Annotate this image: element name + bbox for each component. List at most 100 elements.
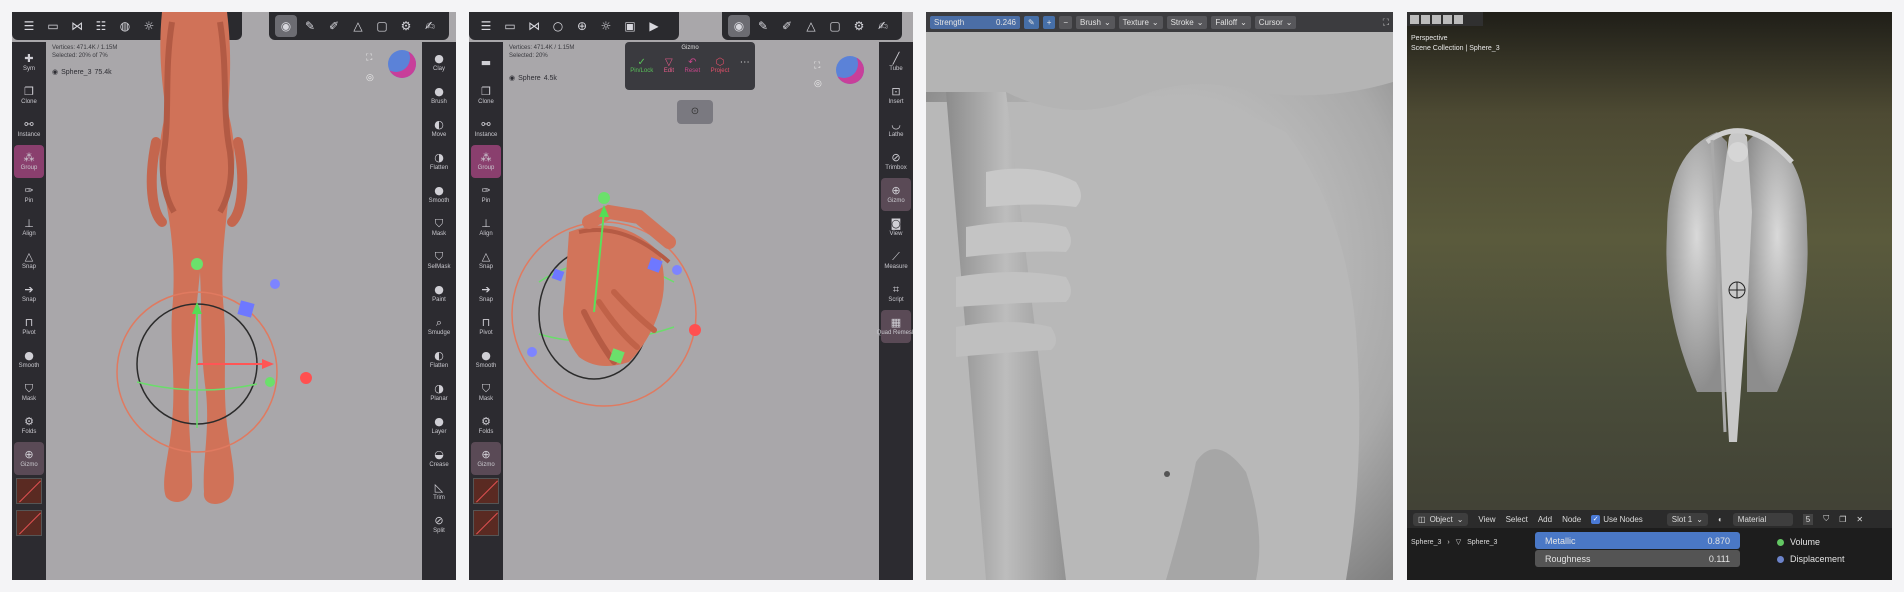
- brush-menu[interactable]: Brush ⌄: [1076, 15, 1115, 29]
- left-toolbar: ✚ Sym ❐ Clone ⚯ Instance ⁂ Group ✑ Pin ⊥ Align…: [12, 42, 46, 580]
- tool-flatten[interactable]: ◑ Flatten: [424, 145, 454, 178]
- material-field[interactable]: Material: [1732, 512, 1793, 526]
- strength-value: 0.246: [995, 17, 1016, 27]
- brush-toolbar: Strength 0.246 ✎ + − Brush ⌄ Texture ⌄ Str…: [926, 12, 1393, 32]
- flatten-icon: ◑: [434, 151, 444, 164]
- nomad-viewport-body[interactable]: ☰ ▭ ⋈ ☷ ◍ ☼ ⊛ ▣ ▶ ◉ ✎ ✐ △ ▢ ⚙ ✍ ✚Sym ❐Cl…: [12, 12, 456, 580]
- smudge-icon: ⌕: [435, 316, 443, 329]
- menu-label: Cursor: [1258, 17, 1283, 27]
- paint-icon: ●: [434, 283, 444, 296]
- right-toolbar: ● Clay ● Brush ◐ Move ◑ Flatten ● Smooth ⛉ Mas…: [422, 42, 456, 580]
- flatten2-icon: ◐: [434, 349, 444, 362]
- checkbox-icon: ✓: [1591, 514, 1601, 524]
- menu-add[interactable]: Add: [1538, 515, 1552, 524]
- texture-menu[interactable]: Texture ⌄: [1118, 15, 1163, 29]
- tool-planar[interactable]: ◑ Planar: [424, 376, 454, 409]
- tool-smooth-r[interactable]: ● Smooth: [424, 178, 454, 211]
- pen-pressure-button[interactable]: ✎: [1024, 15, 1039, 29]
- close-icon[interactable]: ✕: [1856, 515, 1863, 524]
- displacement-socket-row[interactable]: Displacement: [1777, 551, 1845, 568]
- tool-selmask[interactable]: ⛉ SelMask: [424, 244, 454, 277]
- material-users: 5: [1802, 513, 1814, 525]
- subtract-mode-button[interactable]: −: [1059, 15, 1073, 29]
- copy-icon[interactable]: ❐: [1839, 515, 1846, 524]
- tool-snap[interactable]: △ Snap: [14, 244, 44, 277]
- chevron-down-icon: ⌄: [1696, 514, 1703, 524]
- slot-label: Slot 1: [1671, 514, 1693, 524]
- tool-clone[interactable]: ❐ Clone: [14, 79, 44, 112]
- tool-brush[interactable]: ● Brush: [424, 79, 454, 112]
- sculpt-torso-closeup: [926, 12, 1393, 580]
- tool-align[interactable]: ⊥ Align: [14, 211, 44, 244]
- tool-move[interactable]: ◐ Move: [424, 112, 454, 145]
- tool-smudge[interactable]: ⌕ Smudge: [424, 310, 454, 343]
- chevron-down-icon: ⌄: [1285, 17, 1293, 27]
- volume-socket-icon: [1777, 539, 1784, 546]
- displacement-label: Displacement: [1790, 554, 1845, 564]
- prop-name: Roughness: [1545, 553, 1591, 564]
- gizmo-icon: ⊕: [24, 448, 34, 461]
- menu-view[interactable]: View: [1478, 515, 1495, 524]
- tool-instance[interactable]: ⚯ Instance: [14, 112, 44, 145]
- metallic-field[interactable]: Metallic 0.870: [1535, 532, 1740, 549]
- shield-icon[interactable]: ⛉: [1823, 514, 1829, 524]
- menu-icon[interactable]: ☰: [18, 15, 40, 37]
- object-name: Sphere_3: [1411, 538, 1442, 546]
- sculpt-closeup-viewport[interactable]: Strength 0.246 ✎ + − Brush ⌄ Texture ⌄ Str…: [926, 12, 1393, 580]
- tool-mask[interactable]: ⛉ Mask: [14, 376, 44, 409]
- tool-flatten-2[interactable]: ◐ Flatten: [424, 343, 454, 376]
- menu-label: Stroke: [1170, 17, 1194, 27]
- tool-snap-2[interactable]: ➔ Snap: [14, 277, 44, 310]
- tool-crease[interactable]: ◒ Crease: [424, 442, 454, 475]
- angel-sculpture: [1666, 128, 1808, 442]
- node-editor-icon: ◫: [1418, 514, 1426, 524]
- tool-folds[interactable]: ⚙ Folds: [14, 409, 44, 442]
- tool-clay[interactable]: ● Clay: [424, 46, 454, 79]
- chevron-down-icon: ⌄: [1103, 17, 1111, 27]
- stroke-menu[interactable]: Stroke ⌄: [1166, 15, 1208, 29]
- color-swatch-secondary[interactable]: [16, 510, 42, 536]
- shader-editor: ◫ Object ⌄ View Select Add Node ✓ Use Nodes…: [1407, 510, 1892, 580]
- instance-icon: ⚯: [24, 118, 34, 131]
- falloff-menu[interactable]: Falloff ⌄: [1211, 15, 1251, 29]
- shader-editor-header: ◫ Object ⌄ View Select Add Node ✓ Use Nodes…: [1407, 510, 1892, 528]
- sym-icon: ✚: [24, 52, 34, 65]
- tool-layer[interactable]: ● Layer: [424, 409, 454, 442]
- tool-group[interactable]: ⁂ Group: [14, 145, 44, 178]
- roughness-field[interactable]: Roughness 0.111: [1535, 550, 1740, 567]
- nomad-viewport-hand[interactable]: ☰ ▭ ⋈ ○ ⊕ ☼ ▣ ▶ ◉ ✎ ✐ △ ▢ ⚙ ✍ ▬ ❐ Clone ⚯…: [469, 12, 913, 580]
- color-swatch-primary[interactable]: [16, 478, 42, 504]
- material-name: Material: [1737, 514, 1767, 524]
- tool-gizmo[interactable]: ⊕ Gizmo: [14, 442, 44, 475]
- material-sphere-icon[interactable]: ◐: [1718, 515, 1723, 524]
- tool-paint[interactable]: ● Paint: [424, 277, 454, 310]
- edit-icon[interactable]: ✍: [419, 15, 441, 37]
- pin-icon: ✑: [24, 184, 34, 197]
- mesh-icon: ▽: [1455, 539, 1462, 546]
- tool-pivot[interactable]: ⊓ Pivot: [14, 310, 44, 343]
- tool-mask-r[interactable]: ⛉ Mask: [424, 211, 454, 244]
- tool-smooth[interactable]: ● Smooth: [14, 343, 44, 376]
- tool-sym[interactable]: ✚ Sym: [14, 46, 44, 79]
- menu-node[interactable]: Node: [1562, 515, 1581, 524]
- planar-icon: ◑: [434, 382, 444, 395]
- chevron-down-icon: ⌄: [1151, 17, 1159, 27]
- overlay-icon[interactable]: ⛶: [1383, 17, 1389, 28]
- split-icon: ⊘: [434, 514, 444, 527]
- strength-slider[interactable]: Strength 0.246: [930, 15, 1020, 29]
- tool-pin[interactable]: ✑ Pin: [14, 178, 44, 211]
- volume-socket-row[interactable]: Volume: [1777, 534, 1845, 551]
- sculpt-hand: [511, 192, 701, 407]
- blender-viewport[interactable]: Perspective Scene Collection | Sphere_3 …: [1407, 12, 1892, 580]
- editor-type-button[interactable]: ◫ Object ⌄: [1413, 512, 1469, 526]
- menu-select[interactable]: Select: [1506, 515, 1528, 524]
- tool-split[interactable]: ⊘ Split: [424, 508, 454, 541]
- add-mode-button[interactable]: +: [1042, 15, 1056, 29]
- menu-label: Texture: [1122, 17, 1149, 27]
- slot-dropdown[interactable]: Slot 1 ⌄: [1666, 512, 1708, 526]
- cursor-menu[interactable]: Cursor ⌄: [1254, 15, 1297, 29]
- use-nodes-toggle[interactable]: ✓ Use Nodes: [1591, 514, 1643, 524]
- smooth-icon: ●: [24, 349, 34, 362]
- chevron-down-icon: ⌄: [1456, 514, 1464, 524]
- tool-trim[interactable]: ◺ Trim: [424, 475, 454, 508]
